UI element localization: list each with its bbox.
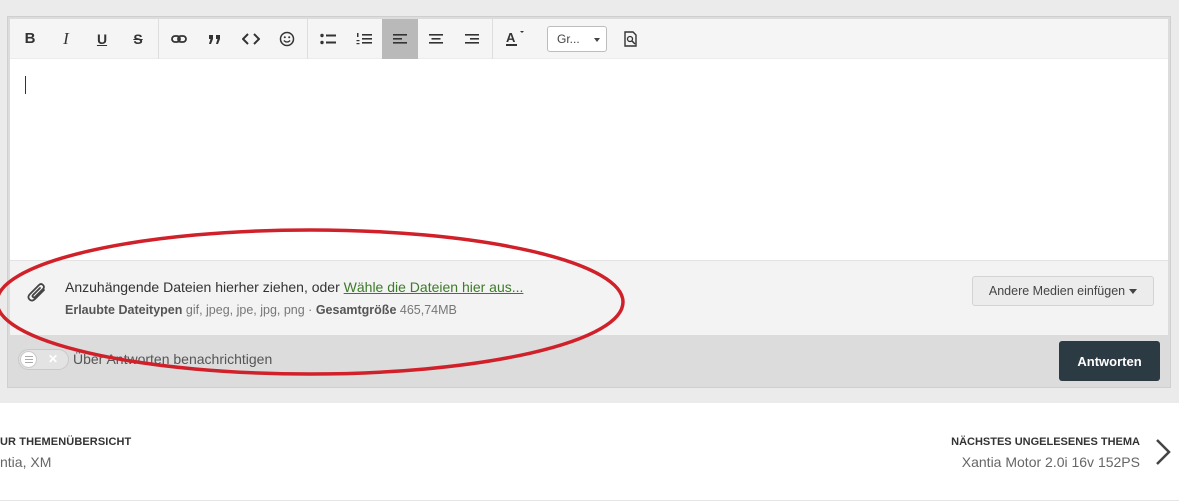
- chevron-down-icon: [594, 37, 600, 42]
- code-button[interactable]: [233, 19, 269, 59]
- toggle-knob-icon: [20, 351, 37, 368]
- align-center-button[interactable]: [418, 19, 454, 59]
- quote-icon: [209, 34, 220, 44]
- text-cursor: [25, 76, 26, 94]
- insert-media-button[interactable]: Andere Medien einfügen: [972, 276, 1154, 306]
- preview-button[interactable]: [613, 19, 649, 59]
- close-icon: ✕: [48, 352, 59, 366]
- page: B I U S A Gr... Anzuhängende Dateien hie…: [0, 0, 1179, 504]
- italic-button[interactable]: I: [48, 19, 84, 59]
- format-group: A Gr...: [493, 19, 651, 59]
- allowed-types-value: gif, jpeg, jpe, jpg, png ·: [182, 303, 316, 317]
- numbered-list-icon: [356, 32, 372, 44]
- attachment-instructions: Anzuhängende Dateien hierher ziehen, ode…: [65, 279, 523, 295]
- strikethrough-button[interactable]: S: [120, 19, 156, 59]
- reply-editor: B I U S A Gr... Anzuhängende Dateien hie…: [7, 16, 1171, 388]
- preview-icon: [624, 30, 637, 47]
- insert-media-label: Andere Medien einfügen: [988, 284, 1126, 298]
- underline-button[interactable]: U: [84, 19, 120, 59]
- font-select-value: Gr...: [557, 31, 580, 46]
- choose-files-link[interactable]: Wähle die Dateien hier aus...: [344, 279, 524, 295]
- text-style-group: B I U S: [10, 18, 159, 59]
- strikethrough-icon: S: [133, 30, 143, 47]
- numbered-list-button[interactable]: [346, 19, 382, 59]
- text-color-button[interactable]: A: [495, 19, 535, 59]
- allowed-types-label: Erlaubte Dateitypen: [65, 303, 183, 317]
- paperclip-icon: [27, 283, 45, 302]
- attachment-dropzone[interactable]: Anzuhängende Dateien hierher ziehen, ode…: [10, 260, 1168, 335]
- bold-icon: B: [24, 30, 36, 47]
- list-align-group: [308, 18, 493, 59]
- align-center-icon: [429, 33, 443, 44]
- bullet-list-icon: [320, 33, 336, 44]
- align-right-button[interactable]: [454, 19, 490, 59]
- align-left-icon: [393, 33, 407, 44]
- svg-text:A: A: [506, 30, 516, 45]
- bold-button[interactable]: B: [12, 19, 48, 59]
- reply-button[interactable]: Antworten: [1059, 341, 1160, 381]
- chevron-right-icon[interactable]: [1155, 438, 1171, 466]
- editor-inner: B I U S A Gr... Anzuhängende Dateien hie…: [10, 18, 1168, 335]
- notify-toggle[interactable]: ✕: [18, 349, 69, 370]
- total-size-label: Gesamtgröße: [315, 303, 397, 317]
- underline-icon: U: [96, 30, 108, 47]
- quote-button[interactable]: [197, 19, 233, 59]
- smiley-button[interactable]: [269, 19, 305, 59]
- message-textarea[interactable]: [10, 60, 1168, 260]
- forum-name[interactable]: ntia, XM: [0, 454, 51, 470]
- drop-text: Anzuhängende Dateien hierher ziehen, ode…: [65, 279, 344, 295]
- bullet-list-button[interactable]: [310, 19, 346, 59]
- code-icon: [242, 32, 260, 45]
- link-button[interactable]: [161, 19, 197, 59]
- smiley-icon: [279, 31, 295, 46]
- italic-icon: I: [63, 28, 69, 48]
- back-to-overview-link[interactable]: UR THEMENÜBERSICHT: [0, 436, 131, 448]
- align-left-button[interactable]: [382, 18, 418, 59]
- link-icon: [171, 34, 187, 43]
- total-size-value: 465,74MB: [396, 303, 457, 317]
- attachment-limits: Erlaubte Dateitypen gif, jpeg, jpe, jpg,…: [65, 303, 457, 317]
- text-color-icon: A: [506, 30, 524, 46]
- next-unread-topic-link[interactable]: NÄCHSTES UNGELESENES THEMA: [951, 436, 1140, 448]
- notify-label: Über Antworten benachrichtigen: [73, 351, 273, 367]
- font-select[interactable]: Gr...: [547, 25, 607, 52]
- insert-group: [159, 18, 308, 59]
- caret-down-icon: [1129, 288, 1138, 294]
- align-right-icon: [465, 33, 479, 44]
- editor-toolbar: B I U S A Gr...: [10, 18, 1168, 59]
- divider: [0, 500, 1179, 501]
- next-topic-title[interactable]: Xantia Motor 2.0i 16v 152PS: [962, 454, 1140, 470]
